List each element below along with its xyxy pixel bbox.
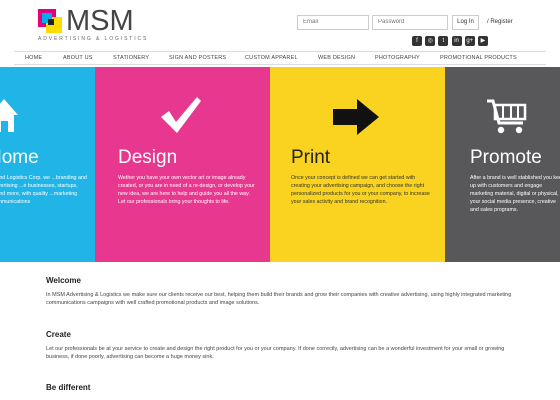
nav-item-sign-and-posters[interactable]: SIGN AND POSTERS	[169, 55, 226, 61]
nav-item-about-us[interactable]: ABOUT US	[63, 55, 93, 61]
banner-panel-promote[interactable]: Promote After a brand is well stablished…	[445, 67, 560, 262]
banner-desc: Once your concept is defined we can get …	[291, 175, 430, 205]
banner-panel-print[interactable]: Print Once your concept is defined we ca…	[270, 67, 445, 262]
section-be-different: Be different	[46, 383, 90, 398]
nav-item-photography[interactable]: PHOTOGRAPHY	[375, 55, 420, 61]
login-form: Log In / Register	[297, 14, 513, 30]
social-links: f ◎ t in g+ ▶	[412, 36, 491, 46]
section-body: In MSM Advertising & Logistics we make s…	[46, 292, 512, 306]
banner-desc: After a brand is well stablished you kee…	[470, 175, 560, 213]
arrow-right-icon	[333, 99, 379, 135]
home-icon	[0, 99, 18, 132]
nav-item-custom-apparel[interactable]: CUSTOM APPAREL	[245, 55, 298, 61]
logo[interactable]: MSM ADVERTISING & LOGISTICS	[38, 5, 149, 45]
site-header: MSM ADVERTISING & LOGISTICS Log In / Reg…	[0, 0, 560, 50]
banner-panel-home[interactable]: Home ...and Logistics Corp. we ...brandi…	[0, 67, 95, 262]
hero-banner: Home ...and Logistics Corp. we ...brandi…	[0, 67, 560, 262]
twitter-icon[interactable]: t	[438, 36, 449, 46]
section-heading: Be different	[46, 383, 91, 392]
cart-icon	[487, 99, 527, 134]
banner-desc: ...and Logistics Corp. we ...branding an…	[0, 175, 87, 205]
banner-panel-design[interactable]: Design Wether you have your own vector a…	[95, 67, 270, 262]
register-link[interactable]: / Register	[487, 19, 513, 25]
nav-item-home[interactable]: HOME	[25, 55, 42, 61]
logo-mark-icon	[38, 9, 62, 33]
nav-item-stationery[interactable]: STATIONERY	[113, 55, 149, 61]
youtube-icon[interactable]: ▶	[477, 36, 488, 46]
banner-title: Design	[118, 147, 178, 168]
nav-item-promotional-products[interactable]: PROMOTIONAL PRODUCTS	[440, 55, 517, 61]
banner-title: Home	[0, 147, 39, 168]
main-nav: HOME ABOUT US STATIONERY SIGN AND POSTER…	[14, 51, 546, 65]
linkedin-icon[interactable]: in	[451, 36, 462, 46]
logo-name: MSM	[66, 5, 134, 37]
email-input[interactable]	[297, 14, 369, 30]
logo-tagline: ADVERTISING & LOGISTICS	[38, 36, 149, 42]
google-plus-icon[interactable]: g+	[464, 36, 475, 46]
banner-title: Print	[291, 147, 331, 168]
section-welcome: Welcome In MSM Advertising & Logistics w…	[46, 276, 516, 307]
login-button[interactable]: Log In	[452, 14, 479, 30]
password-input[interactable]	[372, 14, 448, 30]
section-create: Create Let our professionals be at your …	[46, 330, 516, 361]
nav-item-web-design[interactable]: WEB DESIGN	[318, 55, 355, 61]
banner-title: Promote	[470, 147, 542, 168]
section-heading: Create	[46, 330, 71, 339]
banner-desc: Wether you have your own vector art or i…	[118, 175, 255, 205]
instagram-icon[interactable]: ◎	[425, 36, 436, 46]
section-heading: Welcome	[46, 276, 81, 285]
facebook-icon[interactable]: f	[412, 36, 422, 46]
section-body: Let our professionals be at your service…	[46, 346, 505, 360]
checkmark-icon	[161, 97, 201, 133]
